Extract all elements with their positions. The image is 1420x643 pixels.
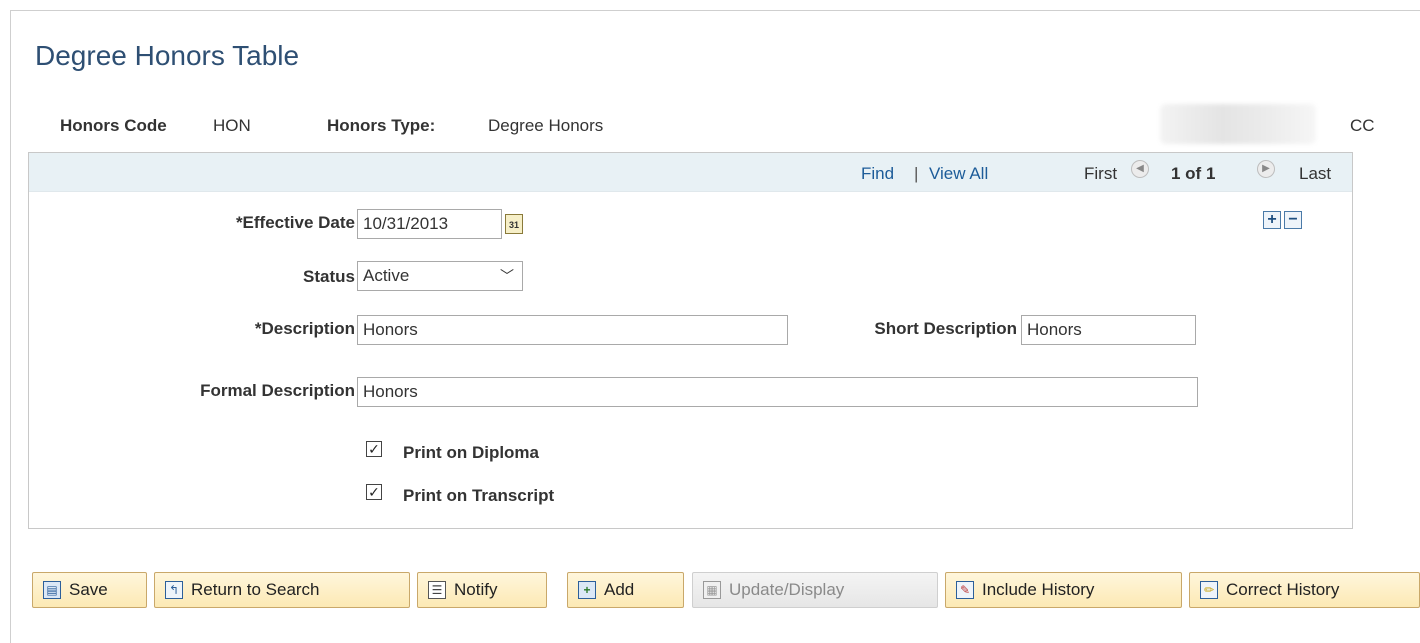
find-link[interactable]: Find	[861, 164, 894, 184]
floppy-disk-icon: ▤	[43, 581, 61, 599]
include-history-icon: ✎	[956, 581, 974, 599]
print-on-diploma-label: Print on Diploma	[403, 443, 539, 462]
first-label[interactable]: First	[1084, 164, 1117, 184]
include-history-button[interactable]: ✎ Include History	[945, 572, 1182, 608]
effective-dated-group: Find | View All First ◀ 1 of 1 ▶ Last + …	[28, 152, 1353, 529]
honors-code-value: HON	[213, 116, 251, 135]
add-row-button[interactable]: +	[1263, 211, 1281, 229]
print-on-diploma-checkbox[interactable]: ✓	[366, 441, 382, 457]
add-button-label: Add	[604, 580, 635, 599]
status-selected-value: Active	[363, 266, 410, 285]
honors-type-value: Degree Honors	[488, 116, 604, 135]
next-arrow-icon[interactable]: ▶	[1257, 160, 1275, 178]
view-all-link[interactable]: View All	[929, 164, 988, 184]
status-label: Status	[303, 267, 355, 286]
honors-code-label: Honors Code	[60, 116, 167, 135]
chevron-down-icon: ﹀	[500, 268, 514, 284]
formal-description-label: Formal Description	[200, 381, 355, 400]
update-display-icon: ▦	[703, 581, 721, 599]
save-button[interactable]: ▤ Save	[32, 572, 147, 608]
save-button-label: Save	[69, 580, 108, 599]
include-history-label: Include History	[982, 580, 1095, 599]
print-on-transcript-checkbox[interactable]: ✓	[366, 484, 382, 500]
correct-history-button[interactable]: ✏ Correct History	[1189, 572, 1420, 608]
group-header: Find | View All First ◀ 1 of 1 ▶ Last	[29, 153, 1352, 192]
description-label: *Description	[254, 319, 355, 338]
correct-history-icon: ✏	[1200, 581, 1218, 599]
calendar-icon[interactable]: 31	[505, 214, 523, 234]
nav-separator: |	[914, 164, 919, 183]
effective-date-label: *Effective Date	[235, 213, 355, 232]
short-description-label: Short Description	[874, 319, 1017, 338]
return-to-search-button[interactable]: ↰ Return to Search	[154, 572, 410, 608]
notify-icon: ☰	[428, 581, 446, 599]
notify-button[interactable]: ☰ Notify	[417, 572, 547, 608]
update-display-label: Update/Display	[729, 580, 845, 599]
status-select[interactable]: Active ﹀	[357, 261, 523, 291]
delete-row-button[interactable]: −	[1284, 211, 1302, 229]
correct-history-label: Correct History	[1226, 580, 1340, 599]
notify-button-label: Notify	[454, 580, 498, 599]
row-counter: 1 of 1	[1171, 164, 1216, 183]
redacted-institution	[1160, 104, 1316, 144]
page-title: Degree Honors Table	[35, 40, 300, 71]
search-return-icon: ↰	[165, 581, 183, 599]
print-on-transcript-label: Print on Transcript	[403, 486, 555, 505]
institution-suffix: CC	[1350, 116, 1375, 135]
last-label[interactable]: Last	[1299, 164, 1331, 184]
previous-arrow-icon[interactable]: ◀	[1131, 160, 1149, 178]
add-document-icon: +	[578, 581, 596, 599]
honors-type-label: Honors Type:	[327, 116, 436, 135]
return-to-search-label: Return to Search	[191, 580, 320, 599]
effective-date-input[interactable]: 10/31/2013	[357, 209, 502, 239]
formal-description-input[interactable]: Honors	[357, 377, 1198, 407]
update-display-button: ▦ Update/Display	[692, 572, 938, 608]
description-input[interactable]: Honors	[357, 315, 788, 345]
add-button[interactable]: + Add	[567, 572, 684, 608]
short-description-input[interactable]: Honors	[1021, 315, 1196, 345]
